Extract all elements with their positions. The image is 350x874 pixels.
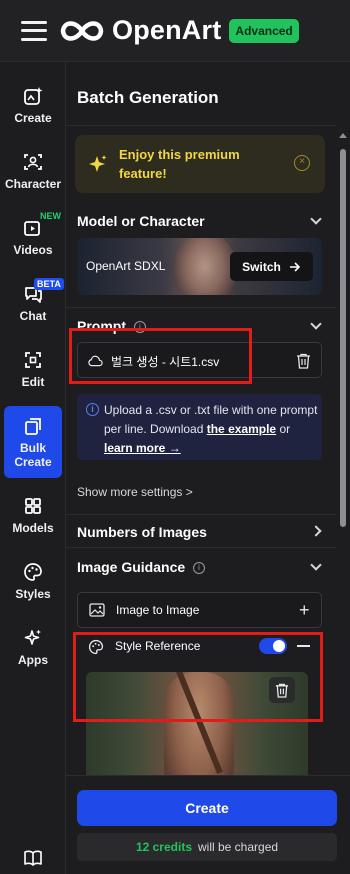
prompt-section-heading: Prompt i	[77, 318, 146, 334]
sidebar-item-label: Apps	[18, 652, 48, 667]
menu-icon[interactable]	[21, 20, 47, 41]
palette-icon	[24, 562, 42, 581]
info-circle-icon[interactable]: i	[193, 562, 206, 575]
sparkle-icon	[89, 155, 107, 172]
sidebar-item-label: Styles	[15, 586, 51, 601]
app-name: OpenArt	[112, 15, 222, 45]
palette-icon	[88, 639, 104, 655]
divider	[66, 547, 336, 548]
edit-frame-icon	[25, 351, 41, 368]
learn-more-link[interactable]: learn more →	[104, 441, 181, 455]
sidebar-item-label: Create	[14, 110, 52, 125]
cloud-icon	[88, 355, 103, 367]
minus-icon[interactable]	[297, 645, 310, 647]
sparkle-image-icon	[24, 86, 43, 105]
scrollbar[interactable]	[336, 125, 350, 837]
sidebar-item-character[interactable]: Character	[4, 142, 62, 200]
stack-icon	[25, 417, 41, 435]
info-icon: i	[86, 403, 99, 416]
sidebar-item-label: Videos	[13, 242, 53, 257]
close-icon[interactable]: ×	[294, 155, 310, 171]
credits-info: 12 credits will be charged	[77, 833, 337, 861]
sidebar-item-chat[interactable]: BETA Chat	[4, 274, 64, 332]
logo[interactable]: OpenArt	[58, 15, 221, 46]
info-circle-icon[interactable]: i	[133, 321, 146, 334]
style-reference-toggle[interactable]	[259, 638, 287, 654]
sidebar: Create Character NEW Videos BETA Chat Ed…	[0, 62, 66, 874]
chevron-right-icon[interactable]	[310, 525, 322, 537]
example-link[interactable]: the example	[207, 422, 276, 436]
upload-info-box: i Upload a .csv or .txt file with one pr…	[77, 394, 322, 460]
file-name: 벌크 생성 - 시트1.csv	[111, 355, 220, 369]
sidebar-item-label: Edit	[21, 374, 45, 389]
sidebar-item-apps[interactable]: Apps	[4, 618, 62, 676]
image-guidance-heading: Image Guidance i	[77, 559, 206, 575]
upload-info-text: Upload a .csv or .txt file with one prom…	[104, 401, 319, 458]
plan-badge: Advanced	[229, 18, 299, 43]
model-preview-image	[173, 238, 237, 295]
style-reference-label: Style Reference	[115, 639, 201, 653]
reference-figure	[164, 672, 234, 792]
sidebar-item-videos[interactable]: NEW Videos	[4, 208, 62, 266]
sidebar-item-styles[interactable]: Styles	[4, 552, 62, 610]
panel-title: Batch Generation	[77, 88, 219, 107]
image-to-image-option[interactable]: Image to Image +	[77, 592, 322, 628]
divider	[66, 307, 336, 308]
scroll-up-arrow[interactable]	[339, 133, 347, 138]
prompt-heading-text: Prompt	[77, 318, 126, 334]
image-guidance-text: Image Guidance	[77, 559, 186, 575]
divider	[66, 514, 336, 515]
create-button[interactable]: Create	[77, 790, 337, 826]
grid-icon	[25, 497, 41, 514]
arrow-right-icon	[289, 261, 300, 272]
switch-model-button[interactable]: Switch	[230, 252, 313, 281]
chevron-down-icon[interactable]	[310, 318, 322, 330]
info-text-part: or	[276, 422, 291, 436]
openart-logo-icon	[60, 20, 104, 41]
new-badge: NEW	[40, 211, 61, 221]
sidebar-item-label: Bulk Create	[14, 440, 52, 469]
uploaded-file: 벌크 생성 - 시트1.csv	[77, 342, 322, 378]
image-icon	[89, 603, 105, 617]
sidebar-item-models[interactable]: Models	[4, 486, 62, 544]
sparkles-icon	[24, 629, 41, 645]
top-bar: OpenArt Advanced	[0, 0, 350, 62]
chevron-down-icon[interactable]	[310, 559, 322, 571]
switch-label: Switch	[242, 259, 281, 274]
premium-text: Enjoy this premium feature!	[119, 147, 240, 181]
sidebar-item-label: Character	[4, 176, 62, 191]
model-section-heading: Model or Character	[77, 213, 205, 229]
plus-icon[interactable]: +	[299, 601, 310, 619]
trash-icon[interactable]	[296, 353, 311, 369]
numbers-section-heading[interactable]: Numbers of Images	[77, 524, 207, 540]
sidebar-item-label: Chat	[19, 308, 47, 323]
face-scan-icon	[24, 153, 42, 170]
credits-amount: 12 credits	[135, 840, 192, 854]
credits-suffix: will be charged	[198, 840, 279, 854]
sidebar-item-edit[interactable]: Edit	[4, 340, 62, 398]
premium-banner: Enjoy this premium feature! ×	[75, 135, 325, 193]
style-reference-image	[86, 672, 308, 792]
batch-generation-panel: Batch Generation Enjoy this premium feat…	[66, 62, 350, 874]
trash-icon[interactable]	[269, 677, 295, 703]
chevron-down-icon[interactable]	[310, 213, 322, 225]
model-name: OpenArt SDXL	[86, 259, 166, 273]
bottom-bar: Create 12 credits will be charged	[66, 775, 350, 874]
scroll-thumb[interactable]	[340, 149, 346, 527]
sidebar-item-label: Models	[12, 520, 54, 535]
model-card[interactable]: OpenArt SDXL Switch	[77, 238, 322, 295]
image-to-image-label: Image to Image	[116, 603, 200, 617]
book-icon[interactable]	[23, 848, 43, 868]
trash-glyph	[275, 683, 289, 698]
sidebar-item-bulk-create[interactable]: Bulk Create	[4, 406, 62, 478]
show-more-settings[interactable]: Show more settings >	[77, 485, 193, 499]
sidebar-item-create[interactable]: Create	[4, 76, 62, 134]
beta-badge: BETA	[34, 278, 64, 290]
